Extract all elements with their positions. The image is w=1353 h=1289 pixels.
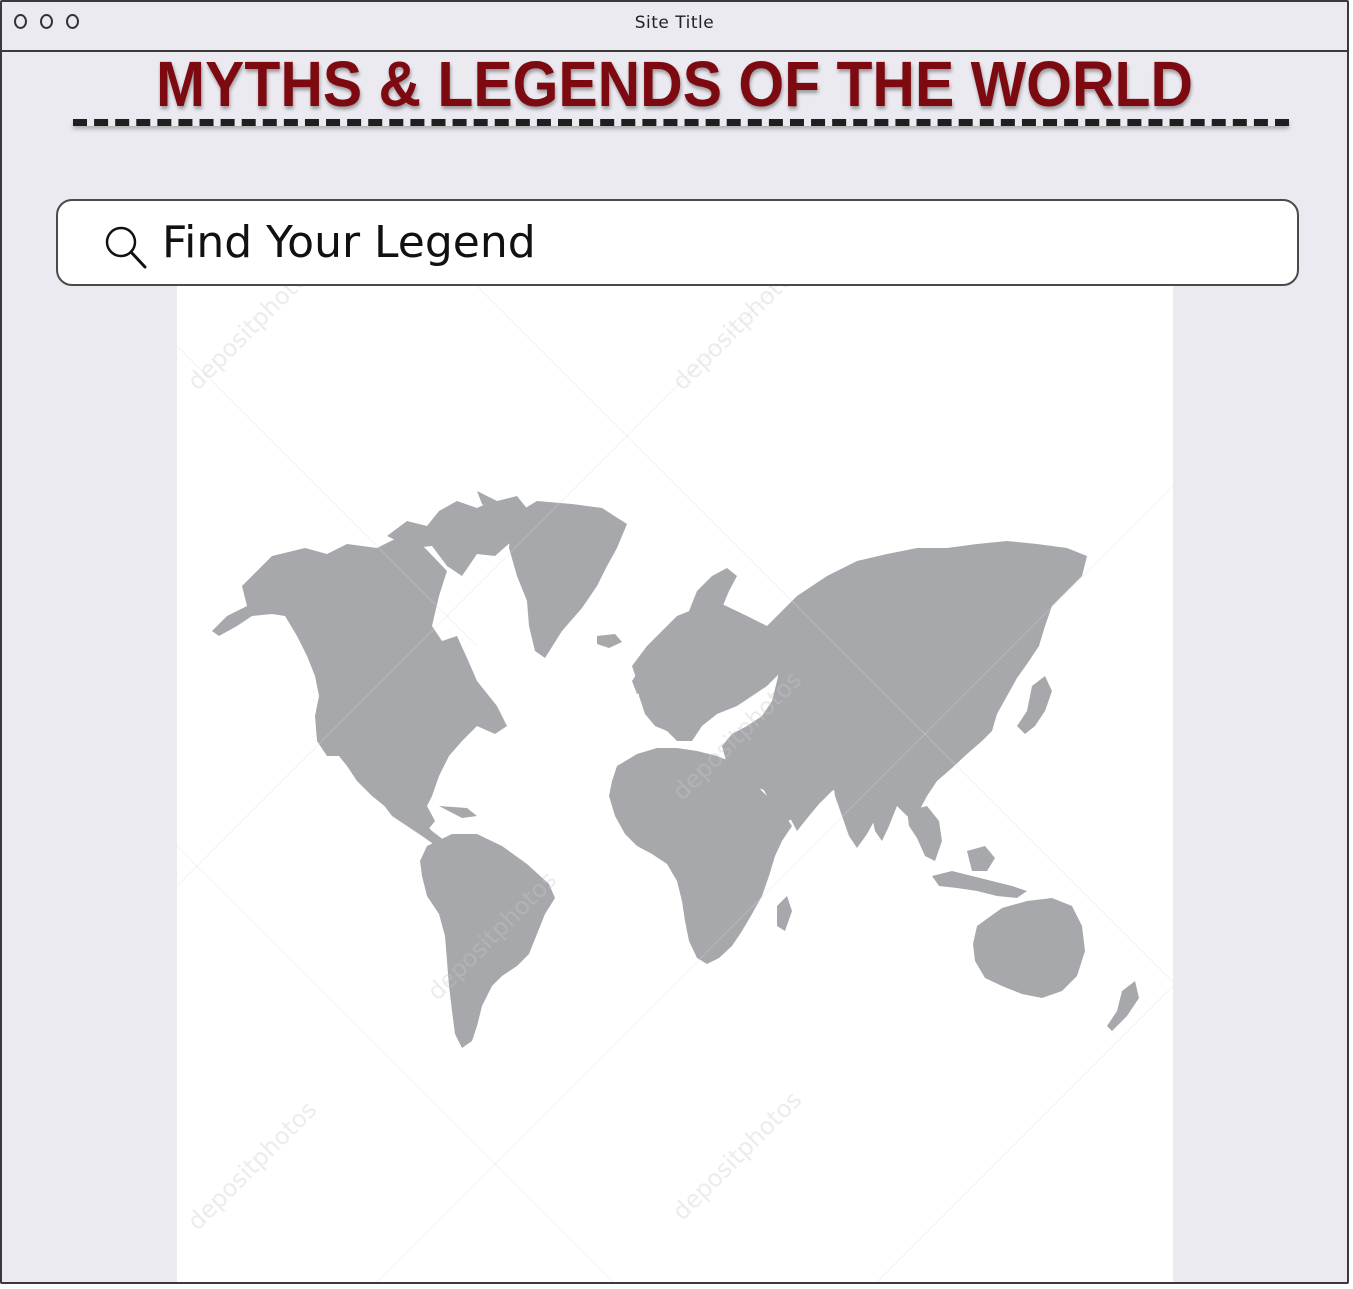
window-title: Site Title <box>634 13 715 33</box>
browser-window: Site Title MYTHS & LEGENDS OF THE WORLD <box>0 0 1349 1284</box>
new-zealand <box>1107 981 1139 1031</box>
south-america <box>420 834 555 1048</box>
title-divider <box>73 119 1289 126</box>
indonesia <box>932 871 1027 898</box>
page-title: MYTHS & LEGENDS OF THE WORLD <box>156 48 1193 120</box>
search-icon[interactable] <box>102 223 150 271</box>
search-bar[interactable] <box>56 199 1299 286</box>
greenland <box>509 501 627 658</box>
madagascar <box>777 896 792 931</box>
world-map[interactable]: depositphotos depositphotos depositphoto… <box>177 286 1173 1282</box>
japan <box>1017 676 1052 734</box>
iceland <box>597 634 622 648</box>
southeast-asia <box>907 806 942 861</box>
australia <box>973 898 1085 998</box>
borneo <box>967 846 995 871</box>
world-map-graphic <box>177 286 1173 1282</box>
search-input[interactable] <box>162 211 1262 273</box>
north-america <box>212 534 507 831</box>
caribbean <box>439 806 477 818</box>
